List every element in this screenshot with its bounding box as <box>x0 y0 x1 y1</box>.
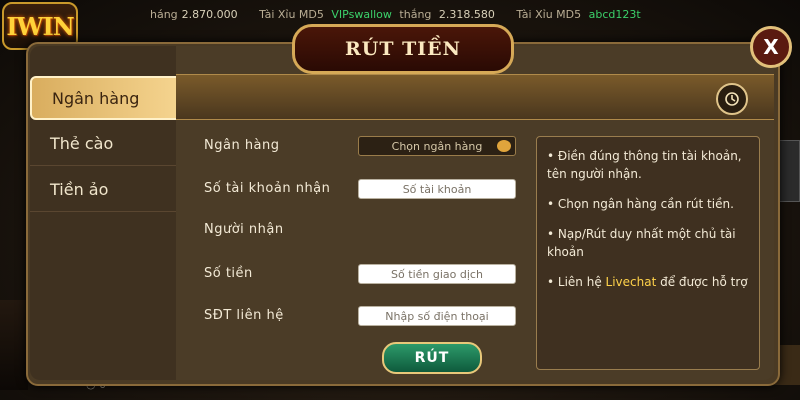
panel-topbar <box>176 74 774 120</box>
info-line: • Chọn ngân hàng cần rút tiền. <box>547 197 734 211</box>
nav-bank[interactable]: Ngân hàng <box>30 76 180 120</box>
withdraw-button[interactable]: RÚT <box>382 342 482 374</box>
livechat-link[interactable]: Livechat <box>606 275 657 289</box>
nav-crypto[interactable]: Tiền ảo <box>30 168 176 212</box>
amount-label: Số tiền <box>204 266 253 281</box>
method-nav: Ngân hàng Thẻ cào Tiền ảo <box>30 46 180 380</box>
dialog-title: RÚT TIỀN <box>292 24 514 74</box>
amount-input[interactable]: Số tiền giao dịch <box>358 264 516 284</box>
phone-label: SĐT liên hệ <box>204 308 284 323</box>
receiver-label: Người nhận <box>204 222 284 237</box>
info-line: • Nạp/Rút duy nhất một chủ tài khoản <box>547 227 736 259</box>
form-panel: Ngân hàng Chọn ngân hàng Số tài khoản nh… <box>176 46 774 380</box>
close-button[interactable]: X <box>750 26 792 68</box>
bank-select[interactable]: Chọn ngân hàng <box>358 136 516 156</box>
phone-input[interactable]: Nhập số điện thoại <box>358 306 516 326</box>
withdraw-dialog: Ngân hàng Thẻ cào Tiền ảo Ngân hàng Chọn… <box>26 42 780 386</box>
history-icon[interactable] <box>716 83 748 115</box>
nav-card[interactable]: Thẻ cào <box>30 122 176 166</box>
dropdown-icon <box>497 140 511 152</box>
account-label: Số tài khoản nhận <box>204 181 331 196</box>
account-input[interactable]: Số tài khoản <box>358 179 516 199</box>
left-side-decoration <box>0 300 28 390</box>
info-box: • Điền đúng thông tin tài khoản, tên ngư… <box>536 136 760 370</box>
info-line: • Điền đúng thông tin tài khoản, tên ngư… <box>547 149 742 181</box>
info-line-livechat: • Liên hệ Livechat để được hỗ trợ <box>547 275 748 289</box>
bank-label: Ngân hàng <box>204 138 280 153</box>
